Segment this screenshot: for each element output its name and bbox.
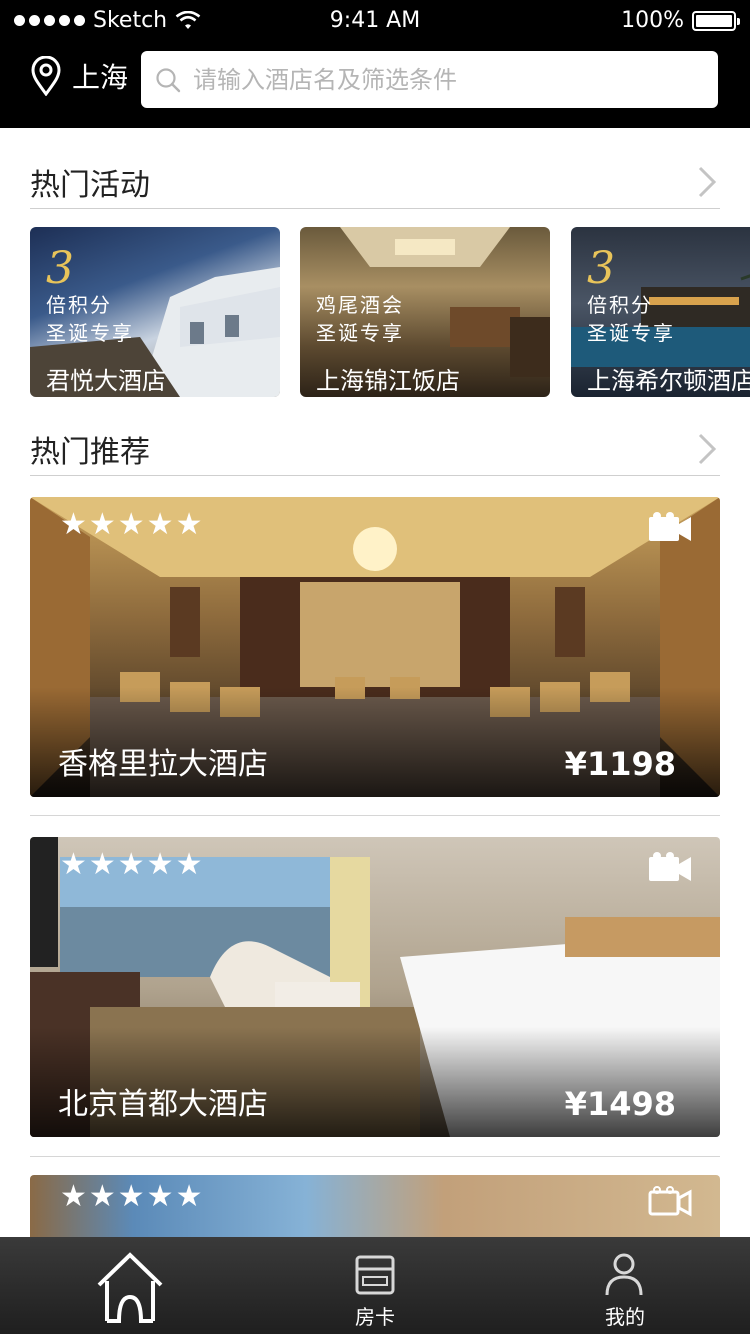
star-rating: ★★★★★	[60, 1179, 205, 1214]
tab-home[interactable]	[0, 1237, 250, 1334]
event-line1: 倍积分	[46, 293, 112, 317]
chevron-right-icon[interactable]	[694, 164, 720, 200]
city-selector[interactable]: 上海	[30, 56, 128, 96]
events-section-title: 热门活动	[30, 168, 150, 203]
header-bar: 上海	[0, 42, 750, 128]
battery-percent: 100%	[621, 8, 684, 33]
tab-me[interactable]: 我的	[500, 1237, 750, 1334]
tab-room-card[interactable]: 房卡	[250, 1237, 500, 1334]
user-icon	[605, 1253, 643, 1296]
search-icon	[156, 67, 181, 92]
star-rating: ★★★★★	[60, 507, 205, 542]
search-box[interactable]	[141, 51, 718, 108]
events-section-header[interactable]: 热门活动	[30, 156, 720, 209]
city-label: 上海	[72, 61, 129, 94]
event-card[interactable]: 鸡尾酒会 圣诞专享 上海锦江饭店	[300, 227, 550, 397]
star-rating: ★★★★★	[60, 847, 205, 882]
chevron-right-icon[interactable]	[694, 431, 720, 467]
divider	[30, 815, 720, 816]
events-carousel[interactable]: 3 倍积分 圣诞专享 君悦大酒店 鸡尾酒会 圣诞专享 上海锦江饭店 3 倍积分 …	[30, 227, 750, 397]
video-camera-icon[interactable]	[648, 851, 692, 883]
search-input[interactable]	[191, 64, 695, 95]
event-hotel-name: 上海锦江饭店	[316, 367, 460, 395]
tab-me-label: 我的	[605, 1305, 645, 1329]
tab-room-card-label: 房卡	[355, 1305, 395, 1329]
hotel-name: 北京首都大酒店	[58, 1087, 268, 1122]
event-line2: 圣诞专享	[316, 321, 404, 345]
hotel-card[interactable]: ★★★★★ 香格里拉大酒店 ¥1198	[30, 497, 720, 797]
event-card[interactable]: 3 倍积分 圣诞专享 君悦大酒店	[30, 227, 280, 397]
hotel-name: 香格里拉大酒店	[58, 747, 268, 782]
recommend-section-header[interactable]: 热门推荐	[30, 423, 720, 476]
status-bar: Sketch 9:41 AM 100%	[0, 0, 750, 42]
video-camera-icon[interactable]	[648, 511, 692, 543]
divider	[30, 1156, 720, 1157]
home-icon	[97, 1252, 163, 1323]
hotel-price: ¥1198	[564, 745, 676, 783]
event-line2: 圣诞专享	[46, 321, 134, 345]
tab-bar: 房卡 我的	[0, 1237, 750, 1334]
recommend-section-title: 热门推荐	[30, 435, 150, 470]
battery-icon	[692, 10, 740, 31]
video-camera-icon[interactable]	[648, 1185, 692, 1217]
hotel-price: ¥1498	[564, 1085, 676, 1123]
event-line1: 倍积分	[587, 293, 653, 317]
location-pin-icon	[31, 56, 61, 96]
hotel-card[interactable]: ★★★★★ 北京首都大酒店 ¥1498	[30, 837, 720, 1137]
room-card-icon	[355, 1255, 395, 1295]
event-line1: 鸡尾酒会	[316, 293, 404, 317]
event-multiplier: 3	[587, 243, 615, 294]
event-line2: 圣诞专享	[587, 321, 675, 345]
event-multiplier: 3	[46, 243, 74, 294]
event-hotel-name: 君悦大酒店	[46, 367, 166, 395]
event-hotel-name: 上海希尔顿酒店	[587, 367, 750, 395]
status-right: 100%	[621, 8, 740, 33]
event-card[interactable]: 3 倍积分 圣诞专享 上海希尔顿酒店	[571, 227, 750, 397]
hotel-card[interactable]: ★★★★★	[30, 1175, 720, 1237]
